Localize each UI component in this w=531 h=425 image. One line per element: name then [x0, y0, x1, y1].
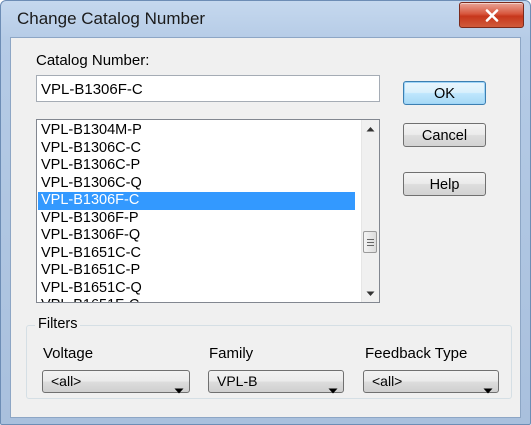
- catalog-list-item[interactable]: VPL-B1651C-C: [38, 245, 355, 263]
- dialog-title: Change Catalog Number: [17, 9, 206, 28]
- family-label: Family: [209, 345, 254, 362]
- dropdown-arrow-icon: [174, 379, 184, 400]
- catalog-listbox[interactable]: VPL-B1304M-P VPL-B1306C-C VPL-B1306C-P VPL-…: [36, 119, 380, 303]
- catalog-list-item[interactable]: VPL-B1651C-P: [38, 262, 355, 280]
- catalog-list-item[interactable]: VPL-B1306F-P: [38, 210, 355, 228]
- thumb-grip-line: [367, 239, 374, 240]
- cancel-button[interactable]: Cancel: [403, 123, 486, 147]
- catalog-list-item[interactable]: VPL-B1306C-Q: [38, 175, 355, 193]
- close-x-icon: [485, 8, 499, 22]
- catalog-list-item[interactable]: VPL-B1306C-P: [38, 157, 355, 175]
- filters-group-label: Filters: [35, 316, 81, 332]
- thumb-grip-line: [367, 242, 374, 243]
- dialog-body: Catalog Number: VPL-B1306F-C VPL-B1304M-…: [10, 37, 521, 418]
- catalog-number-label: Catalog Number:: [36, 52, 150, 69]
- family-select-value: VPL-B: [217, 373, 258, 389]
- voltage-label: Voltage: [43, 345, 94, 362]
- close-button[interactable]: [459, 2, 524, 28]
- dropdown-arrow-icon: [483, 379, 493, 400]
- ok-button[interactable]: OK: [403, 81, 486, 105]
- catalog-list-item[interactable]: VPL-B1651C-Q: [38, 280, 355, 298]
- catalog-list-item[interactable]: VPL-B1306F-Q: [38, 227, 355, 245]
- voltage-select-value: <all>: [51, 373, 82, 389]
- dropdown-arrow-icon: [328, 379, 338, 400]
- vertical-scrollbar[interactable]: [361, 120, 379, 302]
- feedback-type-select-value: <all>: [372, 373, 403, 389]
- voltage-select[interactable]: <all>: [42, 370, 190, 394]
- help-button[interactable]: Help: [403, 172, 486, 196]
- scroll-up-arrow-icon[interactable]: [362, 120, 379, 137]
- catalog-list-items: VPL-B1304M-P VPL-B1306C-C VPL-B1306C-P VPL-…: [38, 122, 355, 302]
- title-bar[interactable]: Change Catalog Number: [1, 1, 530, 37]
- feedback-type-select[interactable]: <all>: [363, 370, 499, 394]
- catalog-number-input[interactable]: VPL-B1306F-C: [36, 75, 380, 102]
- scroll-thumb[interactable]: [363, 231, 377, 253]
- feedback-type-label: Feedback Type: [365, 345, 468, 362]
- catalog-list-item[interactable]: VPL-B1651F-C: [38, 297, 355, 302]
- scroll-down-arrow-icon[interactable]: [362, 285, 379, 302]
- catalog-list-item[interactable]: VPL-B1306C-C: [38, 140, 355, 158]
- catalog-list-item[interactable]: VPL-B1306F-C: [38, 192, 355, 210]
- catalog-list-item[interactable]: VPL-B1304M-P: [38, 122, 355, 140]
- thumb-grip-line: [367, 245, 374, 246]
- dialog-window: Change Catalog Number Catalog Number: VP…: [0, 0, 531, 425]
- family-select[interactable]: VPL-B: [208, 370, 344, 394]
